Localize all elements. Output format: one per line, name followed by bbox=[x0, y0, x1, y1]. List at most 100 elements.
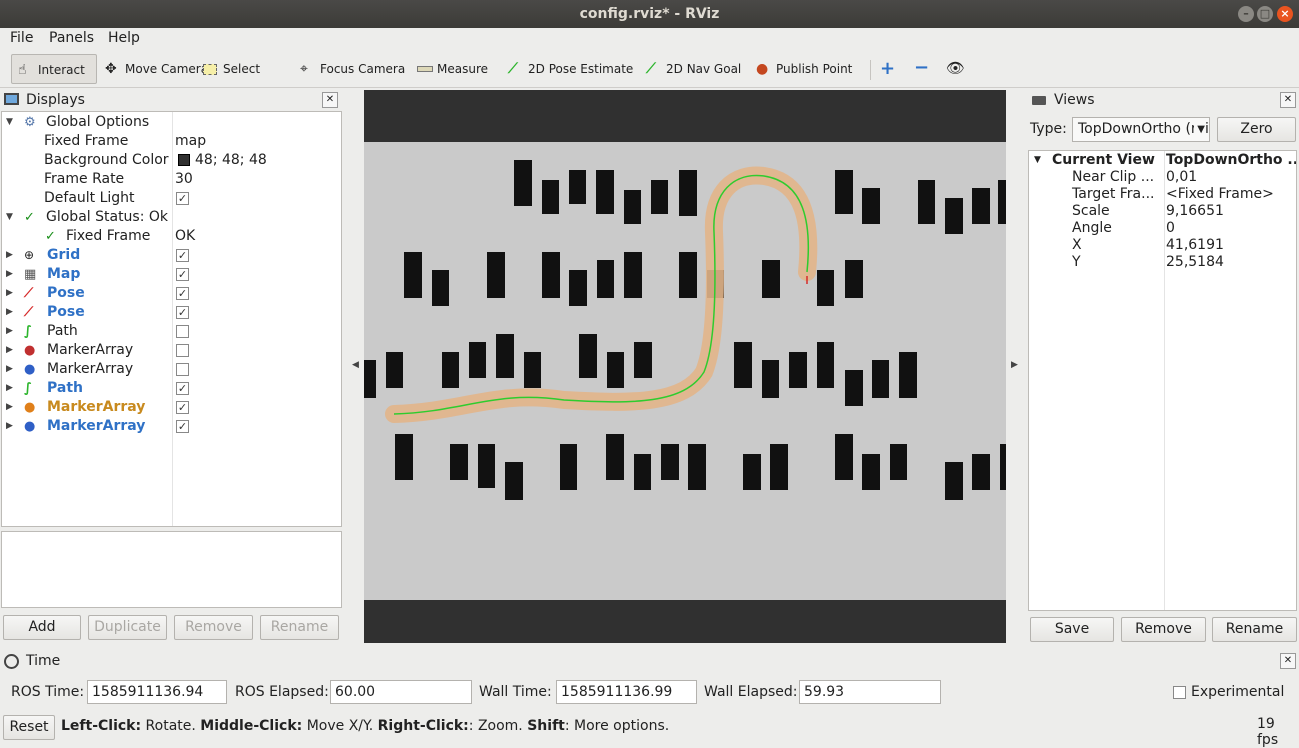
display-item-checkbox[interactable]: ✓ bbox=[176, 249, 189, 262]
display-item-checkbox[interactable]: ✓ bbox=[176, 268, 189, 281]
ros-time-field[interactable]: 1585911136.94 bbox=[87, 680, 227, 704]
publish-point-button[interactable]: ● Publish Point bbox=[750, 54, 852, 84]
display-item-markerarray[interactable]: ▶ ● MarkerArray ✓ bbox=[2, 417, 341, 436]
collapsed-arrow-icon[interactable]: ▶ bbox=[6, 246, 13, 265]
display-item-grid[interactable]: ▶ ⊕ Grid ✓ bbox=[2, 246, 341, 265]
wall-time-field[interactable]: 1585911136.99 bbox=[556, 680, 697, 704]
view-prop-value[interactable]: 0,01 bbox=[1166, 169, 1197, 186]
zero-button[interactable]: Zero bbox=[1217, 117, 1296, 142]
expanded-arrow-icon[interactable]: ▼ bbox=[6, 113, 13, 132]
reset-button[interactable]: Reset bbox=[3, 715, 55, 740]
tree-row-global-options[interactable]: ▼ ⚙ Global Options bbox=[2, 113, 341, 132]
view-prop-row[interactable]: Angle 0 bbox=[1029, 220, 1296, 237]
display-item-path[interactable]: ▶ ∫ Path ✓ bbox=[2, 379, 341, 398]
collapsed-arrow-icon[interactable]: ▶ bbox=[6, 341, 13, 360]
ros-elapsed-field[interactable]: 60.00 bbox=[330, 680, 472, 704]
minimize-icon[interactable]: – bbox=[1238, 6, 1254, 22]
current-view-row[interactable]: ▼ Current View TopDownOrtho ... bbox=[1029, 152, 1296, 169]
menu-file[interactable]: File bbox=[10, 30, 33, 46]
pose-estimate-button[interactable]: ⟋ 2D Pose Estimate bbox=[502, 54, 633, 84]
display-item-checkbox[interactable] bbox=[176, 363, 189, 376]
default-light-checkbox[interactable]: ✓ bbox=[176, 192, 189, 205]
maximize-icon[interactable]: □ bbox=[1257, 6, 1273, 22]
interact-button[interactable]: ☝ Interact bbox=[11, 54, 97, 84]
wall-elapsed-field[interactable]: 59.93 bbox=[799, 680, 941, 704]
display-item-checkbox[interactable]: ✓ bbox=[176, 306, 189, 319]
view-prop-row[interactable]: Near Clip ... 0,01 bbox=[1029, 169, 1296, 186]
view-prop-name: Scale bbox=[1072, 203, 1110, 219]
display-item-markerarray-warning[interactable]: ▶ ● MarkerArray ✓ bbox=[2, 398, 341, 417]
color-swatch[interactable] bbox=[178, 154, 190, 166]
view-prop-name: X bbox=[1072, 237, 1082, 253]
tree-row-default-light[interactable]: Default Light ✓ bbox=[2, 189, 341, 208]
display-item-path[interactable]: ▶ ∫ Path bbox=[2, 322, 341, 341]
collapsed-arrow-icon[interactable]: ▶ bbox=[6, 398, 13, 417]
select-button[interactable]: Select bbox=[197, 54, 260, 84]
green-arrow-icon: ⟋ bbox=[508, 61, 518, 77]
view-prop-value[interactable]: 25,5184 bbox=[1166, 254, 1224, 271]
display-item-markerarray[interactable]: ▶ ● MarkerArray bbox=[2, 341, 341, 360]
expanded-arrow-icon[interactable]: ▼ bbox=[6, 208, 13, 227]
menu-help[interactable]: Help bbox=[108, 30, 140, 46]
view-prop-value[interactable]: <Fixed Frame> bbox=[1166, 186, 1274, 203]
focus-camera-button[interactable]: ⌖ Focus Camera bbox=[294, 54, 405, 84]
rename-display-button[interactable]: Rename bbox=[260, 615, 339, 640]
remove-display-button[interactable]: Remove bbox=[174, 615, 253, 640]
display-item-pose[interactable]: ▶ ⟋ Pose ✓ bbox=[2, 303, 341, 322]
remove-view-button[interactable]: Remove bbox=[1121, 617, 1206, 642]
collapsed-arrow-icon[interactable]: ▶ bbox=[6, 284, 13, 303]
time-close-icon[interactable]: ✕ bbox=[1280, 653, 1296, 669]
render-viewport[interactable] bbox=[364, 90, 1006, 643]
close-icon[interactable]: × bbox=[1277, 6, 1293, 22]
collapsed-arrow-icon[interactable]: ▶ bbox=[6, 379, 13, 398]
display-item-checkbox[interactable]: ✓ bbox=[176, 287, 189, 300]
duplicate-button[interactable]: Duplicate bbox=[88, 615, 167, 640]
move-camera-button[interactable]: ✥ Move Camera bbox=[99, 54, 208, 84]
view-prop-value[interactable]: 41,6191 bbox=[1166, 237, 1224, 254]
view-prop-row[interactable]: Target Fra... <Fixed Frame> bbox=[1029, 186, 1296, 203]
tree-row-background-color[interactable]: Background Color 48; 48; 48 bbox=[2, 151, 341, 170]
add-tool-icon[interactable]: + bbox=[880, 58, 895, 79]
experimental-checkbox[interactable] bbox=[1173, 686, 1186, 699]
add-button[interactable]: Add bbox=[3, 615, 81, 640]
frame-rate-value[interactable]: 30 bbox=[175, 170, 193, 189]
tree-row-frame-rate[interactable]: Frame Rate 30 bbox=[2, 170, 341, 189]
select-box-icon bbox=[203, 64, 217, 75]
display-item-markerarray[interactable]: ▶ ● MarkerArray bbox=[2, 360, 341, 379]
save-view-button[interactable]: Save bbox=[1030, 617, 1114, 642]
views-close-icon[interactable]: ✕ bbox=[1280, 92, 1296, 108]
display-item-checkbox[interactable]: ✓ bbox=[176, 382, 189, 395]
view-prop-row[interactable]: Y 25,5184 bbox=[1029, 254, 1296, 271]
view-prop-row[interactable]: Scale 9,16651 bbox=[1029, 203, 1296, 220]
display-item-checkbox[interactable] bbox=[176, 325, 189, 338]
tree-row-global-status[interactable]: ▼ ✓ Global Status: Ok bbox=[2, 208, 341, 227]
collapsed-arrow-icon[interactable]: ▶ bbox=[6, 265, 13, 284]
display-item-checkbox[interactable] bbox=[176, 344, 189, 357]
measure-button[interactable]: Measure bbox=[411, 54, 488, 84]
expanded-arrow-icon[interactable]: ▼ bbox=[1034, 152, 1041, 169]
collapse-left-arrow-icon[interactable]: ◀ bbox=[352, 360, 359, 370]
nav-goal-button[interactable]: ⟋ 2D Nav Goal bbox=[640, 54, 741, 84]
view-prop-row[interactable]: X 41,6191 bbox=[1029, 237, 1296, 254]
remove-tool-icon[interactable]: − bbox=[914, 57, 929, 78]
menu-panels[interactable]: Panels bbox=[49, 30, 94, 46]
collapse-right-arrow-icon[interactable]: ▶ bbox=[1011, 360, 1018, 370]
tree-row-status-fixed-frame[interactable]: ✓ Fixed Frame OK bbox=[2, 227, 341, 246]
view-prop-value[interactable]: 0 bbox=[1166, 220, 1175, 237]
view-type-select[interactable]: TopDownOrtho (rviz) ▼ bbox=[1072, 117, 1210, 142]
display-item-checkbox[interactable]: ✓ bbox=[176, 420, 189, 433]
displays-close-icon[interactable]: ✕ bbox=[322, 92, 338, 108]
fixed-frame-value[interactable]: map bbox=[175, 132, 206, 151]
collapsed-arrow-icon[interactable]: ▶ bbox=[6, 417, 13, 436]
collapsed-arrow-icon[interactable]: ▶ bbox=[6, 360, 13, 379]
display-item-map[interactable]: ▶ ▦ Map ✓ bbox=[2, 265, 341, 284]
display-item-pose[interactable]: ▶ ⟋ Pose ✓ bbox=[2, 284, 341, 303]
tree-row-fixed-frame[interactable]: Fixed Frame map bbox=[2, 132, 341, 151]
eye-icon[interactable]: 👁 bbox=[946, 59, 965, 77]
display-item-checkbox[interactable]: ✓ bbox=[176, 401, 189, 414]
background-color-value[interactable]: 48; 48; 48 bbox=[195, 151, 267, 170]
collapsed-arrow-icon[interactable]: ▶ bbox=[6, 303, 13, 322]
collapsed-arrow-icon[interactable]: ▶ bbox=[6, 322, 13, 341]
view-prop-value[interactable]: 9,16651 bbox=[1166, 203, 1224, 220]
rename-view-button[interactable]: Rename bbox=[1212, 617, 1297, 642]
